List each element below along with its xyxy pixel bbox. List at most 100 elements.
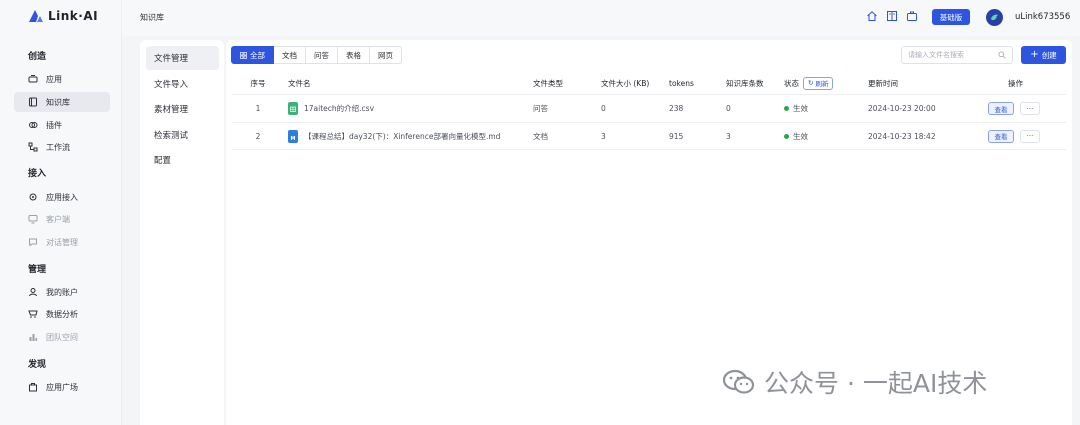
sidebar-item-label: 应用 <box>46 74 62 84</box>
sidebar-item-knowledge-base[interactable]: 知识库 <box>14 92 110 112</box>
plan-badge[interactable]: 基础版 <box>932 9 970 25</box>
table-row: 1 17aitech的介绍.csv 问答 0 238 0 生效 2024-10-… <box>232 94 1066 122</box>
search-input[interactable]: 请输入文件名搜索 <box>901 46 1013 64</box>
md-file-icon: M <box>288 129 298 143</box>
group-title-manage: 管理 <box>28 265 47 275</box>
sidebar-item-label: 团队空间 <box>46 332 78 342</box>
avatar[interactable] <box>986 9 1003 26</box>
book-icon <box>29 97 37 107</box>
row-status-label: 生效 <box>793 104 808 113</box>
row-operations: 查看 ··· <box>988 129 1040 143</box>
filter-all-label: 全部 <box>250 50 265 60</box>
monitor-icon <box>28 215 38 224</box>
sidebar-item-label: 应用接入 <box>46 192 78 202</box>
app-logo[interactable]: Link·AI <box>28 9 98 23</box>
sidebar-item-plugins[interactable]: 插件 <box>14 115 110 135</box>
group-title-discover: 发现 <box>28 360 47 370</box>
sidebar-item-label: 我的账户 <box>46 287 78 297</box>
sidebar: Link·AI 创造 应用 知识库 插件 工作流 接入 应用接入 客户端 对话管… <box>0 0 122 425</box>
filter-all-button[interactable]: 全部 <box>231 46 274 64</box>
brand-name: Link·AI <box>48 9 99 23</box>
row-status: 生效 <box>784 131 808 142</box>
row-filename[interactable]: 17aitech的介绍.csv <box>304 103 374 114</box>
store-icon <box>29 383 37 392</box>
sidebar-item-conversations[interactable]: 对话管理 <box>14 232 110 252</box>
docs-icon[interactable] <box>886 10 898 22</box>
row-seq: 2 <box>255 131 261 141</box>
more-button[interactable]: ··· <box>1020 129 1040 143</box>
submenu-file-import[interactable]: 文件导入 <box>146 72 219 96</box>
link-ai-logo-icon <box>29 10 43 22</box>
row-file-type: 文档 <box>533 131 548 141</box>
sidebar-item-workflow[interactable]: 工作流 <box>14 137 110 157</box>
sidebar-item-my-account[interactable]: 我的账户 <box>14 282 110 302</box>
row-operations: 查看 ··· <box>988 102 1040 115</box>
access-icon <box>29 193 37 201</box>
top-bar: 知识库 基础版 uLink673556 <box>122 0 1080 36</box>
submenu-material-management[interactable]: 素材管理 <box>146 97 219 121</box>
sidebar-item-apps[interactable]: 应用 <box>14 69 110 89</box>
row-kb-count: 0 <box>726 104 731 113</box>
briefcase-icon[interactable] <box>906 10 918 22</box>
row-file-type: 问答 <box>533 104 548 113</box>
team-icon <box>29 334 37 341</box>
submenu-retrieval-test[interactable]: 检索测试 <box>146 123 219 147</box>
row-tokens: 238 <box>669 104 684 113</box>
row-filename-cell: M 【课程总结】day32(下)：Xinference部署向量化模型.md <box>288 129 500 143</box>
sidebar-item-analytics[interactable]: 数据分析 <box>14 304 110 324</box>
wechat-icon <box>722 369 755 394</box>
filter-webpage-button[interactable]: 网页 <box>370 46 402 64</box>
file-type-filter: 全部 文档 问答 表格 网页 <box>231 46 402 64</box>
knowledge-submenu: 文件管理 文件导入 素材管理 检索测试 配置 <box>140 40 224 425</box>
bird-avatar-icon <box>991 14 998 21</box>
plus-icon: + <box>1030 49 1039 60</box>
filter-qa-button[interactable]: 问答 <box>306 46 338 64</box>
top-icon-group <box>866 10 918 22</box>
file-table: 序号 文件名 文件类型 文件大小 (KB) tokens 知识库条数 状态 ↻ … <box>232 72 1066 150</box>
home-icon[interactable] <box>866 10 878 22</box>
row-updated-time: 2024-10-23 18:42 <box>868 131 936 141</box>
header-status-label: 状态 <box>784 78 799 88</box>
row-updated-time: 2024-10-23 20:00 <box>868 104 936 113</box>
row-status-label: 生效 <box>793 131 808 141</box>
sidebar-item-label: 知识库 <box>46 97 70 107</box>
more-button[interactable]: ··· <box>1020 102 1040 115</box>
group-title-create: 创造 <box>28 52 47 62</box>
row-kb-count: 3 <box>726 131 731 141</box>
refresh-icon: ↻ <box>808 79 814 87</box>
filter-document-button[interactable]: 文档 <box>274 46 306 64</box>
workflow-icon <box>28 142 38 152</box>
sidebar-item-app-store[interactable]: 应用广场 <box>14 377 110 397</box>
row-status: 生效 <box>784 103 808 114</box>
header-seq: 序号 <box>250 78 266 88</box>
user-icon <box>29 288 37 297</box>
sidebar-item-label: 对话管理 <box>46 237 78 247</box>
header-kb-count: 知识库条数 <box>726 78 764 88</box>
sidebar-item-label: 客户端 <box>46 214 70 224</box>
status-dot <box>784 106 789 111</box>
create-button[interactable]: + 创建 <box>1021 46 1066 64</box>
row-file-size: 0 <box>601 104 606 113</box>
sidebar-item-label: 工作流 <box>46 142 70 152</box>
refresh-button[interactable]: ↻ 刷新 <box>803 76 834 90</box>
header-file-type: 文件类型 <box>533 78 563 88</box>
filter-table-button[interactable]: 表格 <box>338 46 370 64</box>
sidebar-item-label: 应用广场 <box>46 382 78 392</box>
refresh-label: 刷新 <box>815 80 829 88</box>
header-status: 状态 ↻ 刷新 <box>784 76 834 90</box>
view-button[interactable]: 查看 <box>988 102 1014 115</box>
svg-text:M: M <box>291 136 296 142</box>
sidebar-item-team-space[interactable]: 团队空间 <box>14 327 110 347</box>
sidebar-item-app-access[interactable]: 应用接入 <box>14 187 110 207</box>
create-label: 创建 <box>1041 50 1057 60</box>
submenu-file-management[interactable]: 文件管理 <box>146 46 219 70</box>
grid-icon <box>240 51 247 59</box>
row-filename[interactable]: 【课程总结】day32(下)：Xinference部署向量化模型.md <box>304 131 500 142</box>
plugin-icon <box>29 122 38 128</box>
chat-icon <box>29 238 37 247</box>
sidebar-item-client[interactable]: 客户端 <box>14 209 110 229</box>
chart-icon <box>28 310 38 318</box>
view-button[interactable]: 查看 <box>988 129 1014 143</box>
username[interactable]: uLink673556 <box>1015 12 1070 22</box>
submenu-config[interactable]: 配置 <box>146 148 219 172</box>
